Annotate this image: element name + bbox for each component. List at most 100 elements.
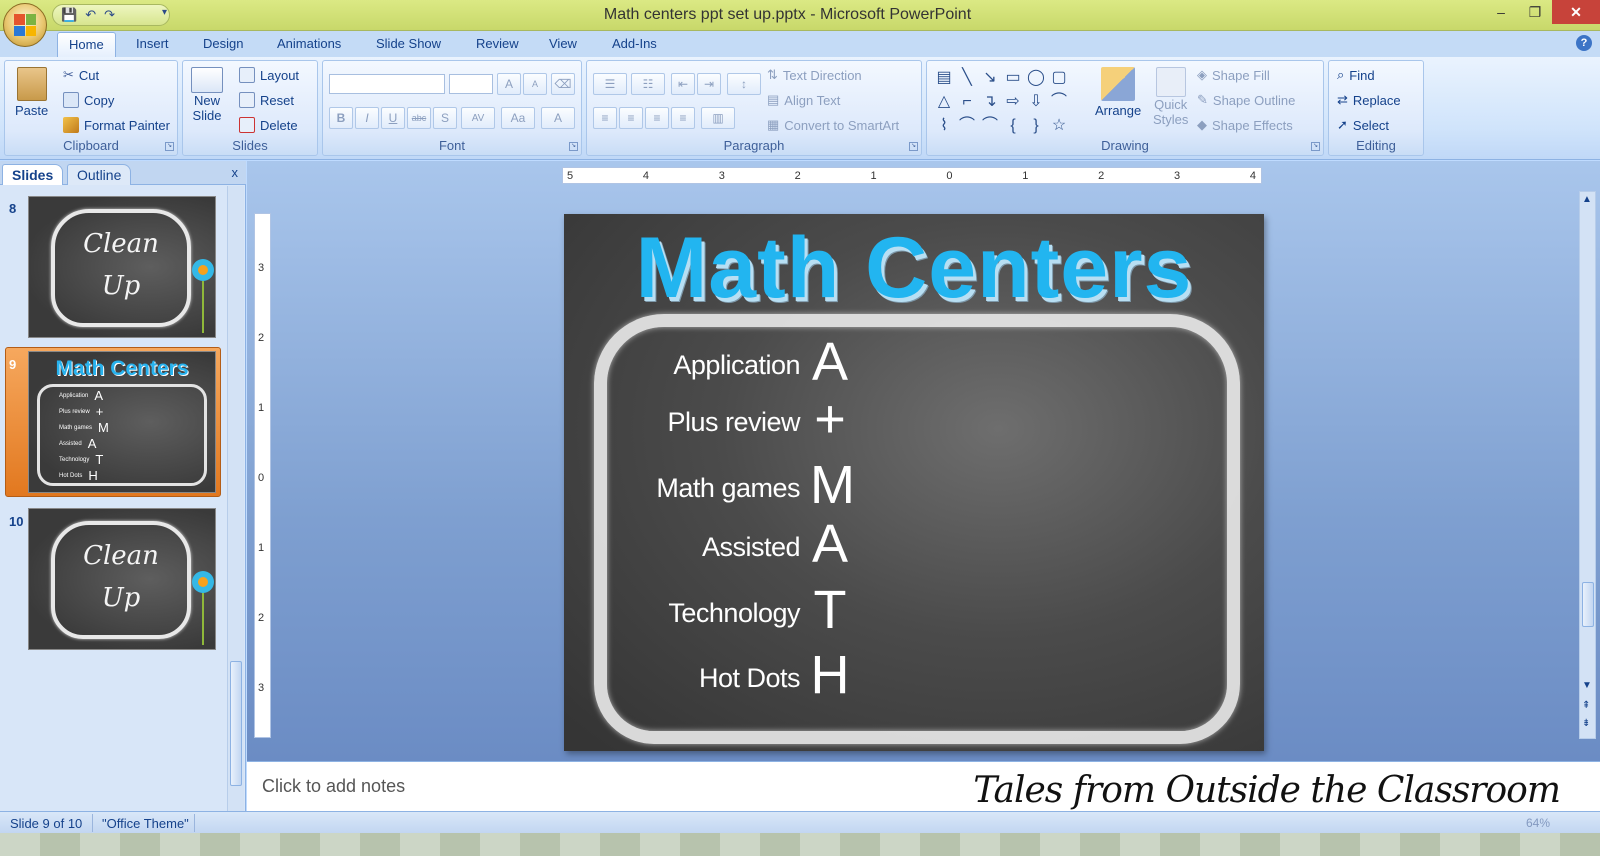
arrow-line-icon[interactable]: ↘	[979, 67, 1001, 89]
scribble-icon[interactable]: ⌒	[979, 115, 1001, 137]
minimize-button[interactable]: –	[1484, 0, 1518, 24]
acrostic-row[interactable]: Plus review +	[660, 391, 850, 447]
acrostic-row[interactable]: Assisted A	[660, 516, 850, 572]
tab-animations[interactable]: Animations	[277, 36, 341, 51]
triangle-icon[interactable]: △	[933, 91, 955, 113]
line-spacing-icon[interactable]: ↕	[727, 73, 761, 95]
curve-icon[interactable]: ⌒	[1048, 91, 1070, 113]
dialog-launcher-icon[interactable]: ↘	[1311, 142, 1320, 151]
font-size-field[interactable]	[449, 74, 493, 94]
next-slide-icon[interactable]: ⇟	[1582, 718, 1590, 729]
rounded-rectangle-icon[interactable]: ▢	[1048, 67, 1070, 89]
layout-button[interactable]: Layout	[239, 67, 299, 83]
tab-add-ins[interactable]: Add-Ins	[612, 36, 657, 51]
slide-thumbnail-8[interactable]: Clean Up	[28, 196, 216, 338]
underline-button[interactable]: U	[381, 107, 405, 129]
replace-button[interactable]: ⇄ Replace	[1337, 92, 1401, 108]
select-button[interactable]: ➚ Select	[1337, 117, 1389, 133]
character-spacing-button[interactable]: AV	[461, 107, 495, 129]
quick-styles-button[interactable]: Quick Styles	[1153, 67, 1188, 127]
notes-pane[interactable]: Click to add notes Tales from Outside th…	[247, 761, 1600, 811]
freeform-icon[interactable]: ⌇	[933, 115, 955, 137]
restore-button[interactable]: ❐	[1518, 0, 1552, 24]
acrostic-row[interactable]: Hot Dots H	[660, 647, 850, 703]
align-center-icon[interactable]: ≡	[619, 107, 643, 129]
scroll-down-icon[interactable]: ▼	[1582, 680, 1592, 691]
copy-button[interactable]: Copy	[63, 92, 114, 108]
help-icon[interactable]: ?	[1576, 35, 1592, 51]
italic-button[interactable]: I	[355, 107, 379, 129]
clear-formatting-icon[interactable]: ⌫	[551, 73, 575, 95]
right-brace-icon[interactable]: }	[1025, 115, 1047, 137]
dialog-launcher-icon[interactable]: ↘	[909, 142, 918, 151]
dialog-launcher-icon[interactable]: ↘	[165, 142, 174, 151]
paste-button[interactable]: Paste	[15, 67, 48, 118]
grow-font-button[interactable]: A	[497, 73, 521, 95]
tab-design[interactable]: Design	[203, 36, 243, 51]
shapes-gallery[interactable]: ▤ ╲ ↘ ▭ ◯ ▢ △ ⌐ ↴ ⇨ ⇩ ⌒ ⌇ ⌒ ⌒{} ☆	[933, 67, 1083, 139]
text-shadow-button[interactable]: S	[433, 107, 457, 129]
align-left-icon[interactable]: ≡	[593, 107, 617, 129]
textbox-icon[interactable]: ▤	[933, 67, 955, 89]
left-brace-icon[interactable]: {	[1002, 115, 1024, 137]
office-button[interactable]	[3, 3, 47, 47]
change-case-button[interactable]: Aa	[501, 107, 535, 129]
star-icon[interactable]: ☆	[1048, 115, 1070, 137]
arrange-button[interactable]: Arrange	[1095, 67, 1141, 118]
tab-outline[interactable]: Outline	[67, 164, 132, 185]
notes-placeholder[interactable]: Click to add notes	[262, 776, 405, 797]
find-button[interactable]: ⌕ Find	[1337, 67, 1375, 83]
slide-thumbnail-9[interactable]: Math Centers Application A Plus review + M…	[28, 351, 216, 493]
cut-button[interactable]: ✂ Cut	[63, 67, 99, 83]
tab-insert[interactable]: Insert	[136, 36, 169, 51]
rectangle-icon[interactable]: ▭	[1002, 67, 1024, 89]
tab-review[interactable]: Review	[476, 36, 519, 51]
tab-view[interactable]: View	[549, 36, 577, 51]
tab-slides[interactable]: Slides	[2, 164, 64, 185]
scroll-thumb[interactable]	[230, 661, 242, 786]
shape-fill-button[interactable]: ◈ Shape Fill	[1197, 67, 1270, 83]
delete-button[interactable]: Delete	[239, 117, 298, 133]
align-text-button[interactable]: ▤ Align Text	[767, 92, 840, 108]
align-right-icon[interactable]: ≡	[645, 107, 669, 129]
tab-home[interactable]: Home	[57, 32, 116, 58]
current-slide[interactable]: Math Centers Application A Plus review + M…	[564, 214, 1264, 751]
editor-scrollbar[interactable]: ▲ ▼ ⇞ ⇟	[1579, 191, 1596, 739]
bold-button[interactable]: B	[329, 107, 353, 129]
columns-icon[interactable]: ▥	[701, 107, 735, 129]
increase-indent-icon[interactable]: ⇥	[697, 73, 721, 95]
convert-smartart-button[interactable]: ▦ Convert to SmartArt	[767, 117, 899, 133]
acrostic-row[interactable]: Math games M	[656, 457, 855, 513]
right-arrow-icon[interactable]: ⇨	[1002, 91, 1024, 113]
bullets-icon[interactable]: ☰	[593, 73, 627, 95]
font-family-field[interactable]	[329, 74, 445, 94]
dialog-launcher-icon[interactable]: ↘	[569, 142, 578, 151]
decrease-indent-icon[interactable]: ⇤	[671, 73, 695, 95]
text-direction-button[interactable]: ⇅ Text Direction	[767, 67, 862, 83]
close-button[interactable]: ✕	[1552, 0, 1600, 24]
scroll-thumb[interactable]	[1582, 582, 1594, 627]
previous-slide-icon[interactable]: ⇞	[1582, 700, 1590, 711]
acrostic-row[interactable]: Technology T	[660, 582, 850, 638]
shape-effects-button[interactable]: ◆ Shape Effects	[1197, 117, 1293, 133]
close-panel-icon[interactable]: x	[232, 165, 239, 180]
slide-title[interactable]: Math Centers	[564, 219, 1264, 318]
tab-slide-show[interactable]: Slide Show	[376, 36, 441, 51]
reset-button[interactable]: Reset	[239, 92, 294, 108]
elbow-arrow-icon[interactable]: ↴	[979, 91, 1001, 113]
panel-scrollbar[interactable]	[227, 186, 244, 811]
shrink-font-button[interactable]: A	[523, 73, 547, 95]
scroll-up-icon[interactable]: ▲	[1582, 194, 1592, 205]
justify-icon[interactable]: ≡	[671, 107, 695, 129]
new-slide-button[interactable]: New Slide	[191, 67, 223, 123]
elbow-connector-icon[interactable]: ⌐	[956, 91, 978, 113]
line-icon[interactable]: ╲	[956, 67, 978, 89]
oval-icon[interactable]: ◯	[1025, 67, 1047, 89]
acrostic-row[interactable]: Application A	[660, 334, 850, 390]
down-arrow-icon[interactable]: ⇩	[1025, 91, 1047, 113]
zoom-level[interactable]: 64%	[1526, 816, 1550, 830]
slide-thumbnail-10[interactable]: Clean Up	[28, 508, 216, 650]
font-color-button[interactable]: A	[541, 107, 575, 129]
numbering-icon[interactable]: ☷	[631, 73, 665, 95]
format-painter-button[interactable]: Format Painter	[63, 117, 170, 133]
